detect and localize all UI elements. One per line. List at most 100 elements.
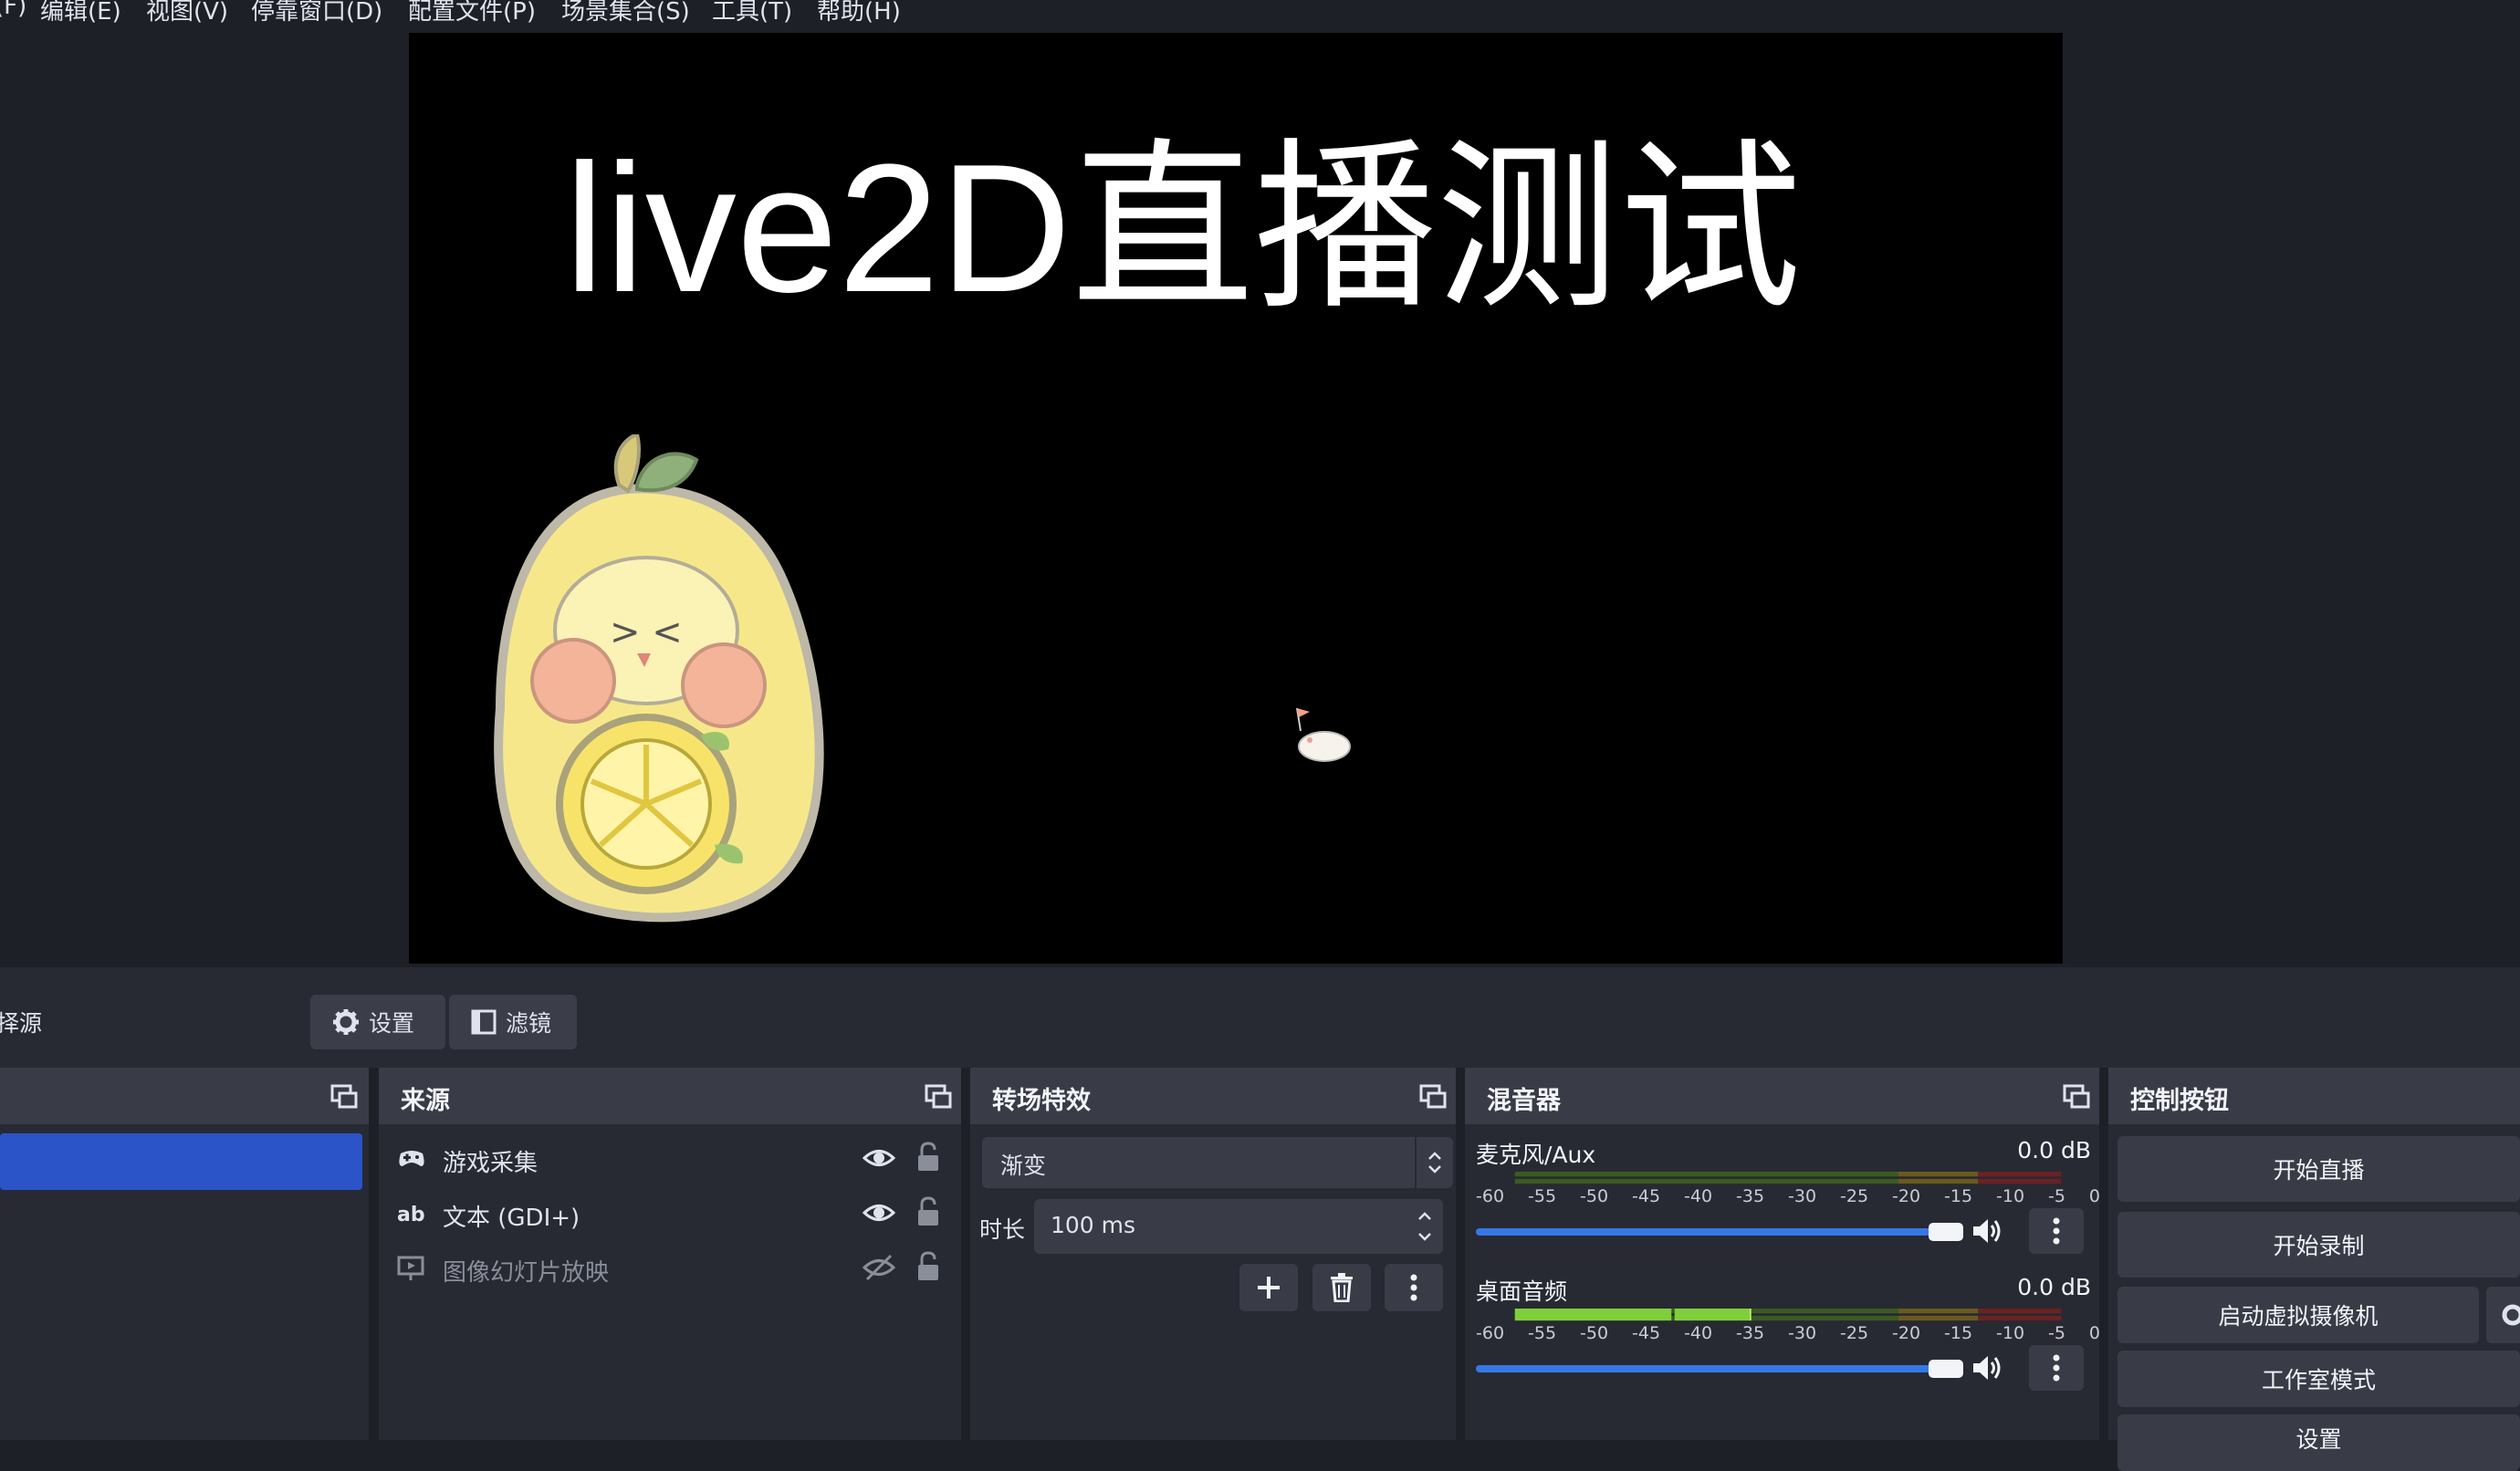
mixer-dock: 混音器 麦克风/Aux 0.0 dB -60 -55 -50 -45 -40 -…: [1465, 1068, 2100, 1440]
eye-hidden-icon[interactable]: [863, 1254, 895, 1281]
volume-slider-handle[interactable]: [1929, 1360, 1963, 1378]
settings-button[interactable]: 设置: [2117, 1414, 2520, 1471]
gamepad-icon: [399, 1151, 424, 1166]
mixer-dock-header: 混音器: [1465, 1068, 2099, 1124]
filter-icon: [471, 1009, 497, 1035]
scale-tick: -50: [1580, 1323, 1609, 1343]
volume-slider[interactable]: [1476, 1228, 1938, 1236]
menu-scene-collection[interactable]: 场景集合(S): [561, 0, 690, 26]
transition-select[interactable]: 渐变: [982, 1137, 1453, 1188]
channel-name: 麦克风/Aux: [1476, 1142, 1596, 1168]
scale-tick: 0: [2088, 1323, 2100, 1343]
selected-scene-row[interactable]: [0, 1133, 362, 1190]
duration-spinbox[interactable]: 100 ms: [1034, 1199, 1443, 1254]
scale-tick: -60: [1476, 1186, 1505, 1206]
source-item-image-slideshow[interactable]: 图像幻灯片放映: [397, 1243, 945, 1294]
channel-db: 0.0 dB: [2017, 1274, 2091, 1300]
menu-help[interactable]: 帮助(H): [817, 0, 901, 26]
volume-slider[interactable]: [1476, 1365, 1938, 1372]
unlock-icon[interactable]: [915, 1250, 941, 1283]
preview-title-text: live2D直播测试: [564, 127, 1802, 330]
scale-tick: -45: [1632, 1323, 1661, 1343]
unlock-icon[interactable]: [915, 1195, 941, 1228]
transition-properties-button[interactable]: [1385, 1264, 1443, 1311]
audio-meter: [1514, 1309, 2062, 1321]
volume-slider-handle[interactable]: [1929, 1223, 1963, 1241]
undock-icon[interactable]: [925, 1082, 952, 1110]
source-item-game-capture[interactable]: 游戏采集: [397, 1133, 945, 1184]
source-label: 图像幻灯片放映: [443, 1259, 610, 1287]
menu-file[interactable]: (F): [0, 0, 26, 20]
scale-tick: -35: [1736, 1186, 1765, 1206]
studio-mode-button[interactable]: 工作室模式: [2117, 1351, 2520, 1407]
scale-tick: -25: [1840, 1186, 1869, 1206]
scale-tick: 0: [2088, 1186, 2100, 1206]
speaker-icon[interactable]: [1971, 1216, 2004, 1246]
spin-arrows-icon[interactable]: [1414, 1206, 1436, 1247]
scenes-dock-header: [0, 1068, 369, 1124]
undock-icon[interactable]: [330, 1082, 358, 1110]
virtual-camera-settings-button[interactable]: [2486, 1287, 2520, 1343]
channel-menu-button[interactable]: [2029, 1345, 2084, 1391]
source-settings-button[interactable]: 设置: [310, 995, 445, 1049]
chevron-updown-icon: [1428, 1152, 1441, 1174]
scale-tick: -55: [1528, 1186, 1557, 1206]
scenes-dock: [0, 1068, 369, 1440]
start-recording-button[interactable]: 开始录制: [2117, 1212, 2520, 1278]
duration-label: 时长: [979, 1216, 1026, 1243]
start-virtual-camera-button[interactable]: 启动虚拟摄像机: [2117, 1287, 2479, 1343]
transition-select-value: 渐变: [1000, 1153, 1047, 1179]
source-filters-button[interactable]: 滤镜: [449, 995, 577, 1049]
speaker-icon[interactable]: [1971, 1353, 2004, 1382]
undock-icon[interactable]: [1419, 1082, 1447, 1110]
transitions-dock-header: 转场特效: [970, 1068, 1456, 1124]
meter-scale: -60 -55 -50 -45 -40 -35 -30 -25 -20 -15 …: [1476, 1186, 2100, 1206]
sources-dock-title: 来源: [401, 1087, 450, 1115]
preview-canvas[interactable]: live2D直播测试 > <: [409, 33, 2063, 964]
menu-edit[interactable]: 编辑(E): [40, 0, 121, 26]
scale-tick: -30: [1788, 1186, 1817, 1206]
scale-tick: -50: [1580, 1186, 1609, 1206]
menu-profile[interactable]: 配置文件(P): [408, 0, 536, 26]
controls-dock-title: 控制按钮: [2130, 1087, 2229, 1115]
menu-docks[interactable]: 停靠窗口(D): [251, 0, 382, 26]
source-item-text-gdi[interactable]: ab 文本 (GDI+): [397, 1188, 945, 1239]
scale-tick: -20: [1892, 1186, 1921, 1206]
scale-tick: -55: [1528, 1323, 1557, 1343]
svg-text:> <: > <: [610, 611, 683, 653]
remove-transition-button[interactable]: [1312, 1264, 1371, 1311]
unlock-icon[interactable]: [915, 1141, 941, 1174]
menu-view[interactable]: 视图(V): [146, 0, 228, 26]
sources-dock: 来源 游戏采集 ab 文本 (GDI+) 图像幻灯片放映: [379, 1068, 961, 1440]
channel-menu-button[interactable]: [2029, 1208, 2084, 1254]
menu-bar: (F) 编辑(E) 视图(V) 停靠窗口(D) 配置文件(P) 场景集合(S) …: [0, 0, 2520, 31]
scale-tick: -5: [2048, 1323, 2065, 1343]
add-transition-button[interactable]: [1239, 1264, 1298, 1311]
menu-tools[interactable]: 工具(T): [712, 0, 792, 26]
selected-source-label: 择源: [0, 1010, 43, 1037]
scale-tick: -5: [2048, 1186, 2065, 1206]
scale-tick: -30: [1788, 1323, 1817, 1343]
source-filters-label: 滤镜: [506, 1010, 552, 1037]
channel-name: 桌面音频: [1476, 1278, 1568, 1305]
undock-icon[interactable]: [2063, 1082, 2090, 1110]
small-hamster-image: [1296, 708, 1351, 762]
meter-scale: -60 -55 -50 -45 -40 -35 -30 -25 -20 -15 …: [1476, 1323, 2100, 1343]
duration-value: 100 ms: [1051, 1212, 1136, 1238]
gear-icon: [333, 1009, 359, 1035]
text-icon: ab: [397, 1204, 425, 1226]
scale-tick: -35: [1736, 1323, 1765, 1343]
eye-icon[interactable]: [863, 1144, 895, 1172]
start-streaming-button[interactable]: 开始直播: [2117, 1136, 2520, 1202]
scale-tick: -10: [1996, 1186, 2025, 1206]
trash-icon: [1331, 1273, 1353, 1302]
channel-db: 0.0 dB: [2017, 1137, 2091, 1163]
transitions-dock: 转场特效 渐变 时长 100 ms: [970, 1068, 1456, 1440]
scale-tick: -10: [1996, 1323, 2025, 1343]
mixer-dock-title: 混音器: [1487, 1087, 1561, 1115]
more-vertical-icon: [2053, 1217, 2060, 1245]
svg-text:ab: ab: [397, 1204, 425, 1226]
scale-tick: -40: [1684, 1323, 1713, 1343]
source-settings-label: 设置: [369, 1010, 415, 1037]
eye-icon[interactable]: [863, 1199, 895, 1226]
